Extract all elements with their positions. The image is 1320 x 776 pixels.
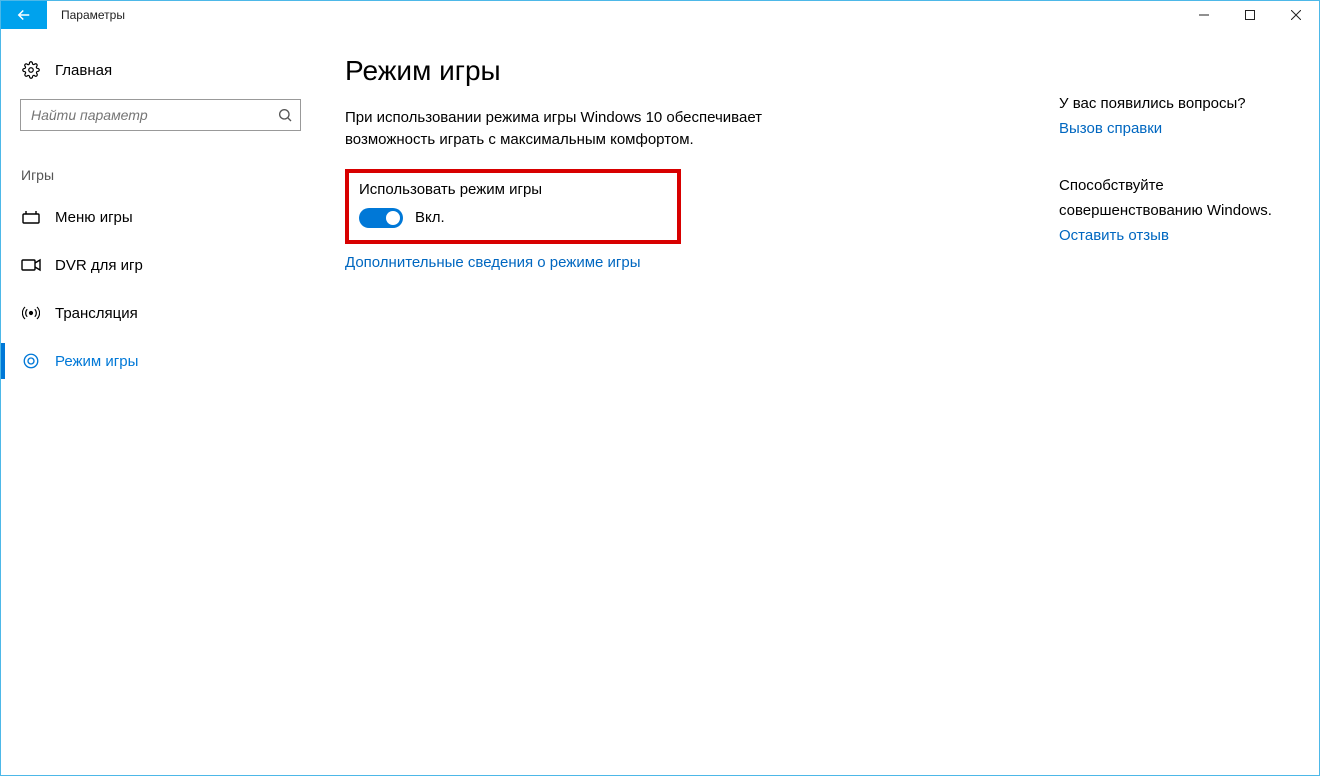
search-input[interactable]	[20, 99, 301, 131]
gear-icon	[21, 61, 41, 79]
help-block: У вас появились вопросы? Вызов справки	[1059, 95, 1299, 137]
toggle-state: Вкл.	[415, 209, 445, 226]
sidebar-item-label: DVR для игр	[55, 257, 143, 274]
sidebar-item-broadcast[interactable]: Трансляция	[1, 289, 321, 337]
back-button[interactable]	[1, 1, 47, 29]
minimize-button[interactable]	[1181, 1, 1227, 29]
game-bar-icon	[21, 210, 41, 224]
sidebar: Главная Игры Меню игры DVR для игр	[1, 29, 321, 775]
maximize-button[interactable]	[1227, 1, 1273, 29]
feedback-block: Способствуйте совершенствованию Windows.…	[1059, 177, 1299, 244]
feedback-link[interactable]: Оставить отзыв	[1059, 227, 1299, 244]
close-button[interactable]	[1273, 1, 1319, 29]
sidebar-item-game-mode[interactable]: Режим игры	[1, 337, 321, 385]
titlebar: Параметры	[1, 1, 1319, 29]
toggle-row: Вкл.	[359, 208, 667, 228]
improve-text-1: Способствуйте	[1059, 177, 1299, 194]
game-mode-icon	[21, 352, 41, 370]
sidebar-section-label: Игры	[21, 167, 321, 183]
search-wrap	[20, 99, 301, 131]
sidebar-item-label: Трансляция	[55, 305, 138, 322]
sidebar-item-label: Меню игры	[55, 209, 133, 226]
more-info-link[interactable]: Дополнительные сведения о режиме игры	[345, 254, 1059, 271]
page-title: Режим игры	[345, 55, 1059, 87]
page-description: При использовании режима игры Windows 10…	[345, 107, 765, 151]
sidebar-item-game-menu[interactable]: Меню игры	[1, 193, 321, 241]
home-label: Главная	[55, 62, 112, 79]
window-controls	[1181, 1, 1319, 29]
minimize-icon	[1199, 10, 1209, 20]
toggle-label: Использовать режим игры	[359, 181, 667, 198]
game-mode-toggle[interactable]	[359, 208, 403, 228]
window-title: Параметры	[61, 8, 125, 22]
questions-title: У вас появились вопросы?	[1059, 95, 1299, 112]
close-icon	[1291, 10, 1301, 20]
broadcast-icon	[21, 304, 41, 322]
arrow-left-icon	[15, 6, 33, 24]
main-panel: Режим игры При использовании режима игры…	[321, 29, 1059, 775]
improve-text-2: совершенствованию Windows.	[1059, 202, 1299, 219]
sidebar-item-label: Режим игры	[55, 353, 138, 370]
maximize-icon	[1245, 10, 1255, 20]
highlight-box: Использовать режим игры Вкл.	[345, 169, 681, 244]
search-icon	[277, 107, 293, 123]
help-link[interactable]: Вызов справки	[1059, 120, 1299, 137]
right-column: У вас появились вопросы? Вызов справки С…	[1059, 29, 1319, 775]
dvr-icon	[21, 258, 41, 272]
sidebar-item-game-dvr[interactable]: DVR для игр	[1, 241, 321, 289]
home-nav[interactable]: Главная	[1, 55, 321, 85]
